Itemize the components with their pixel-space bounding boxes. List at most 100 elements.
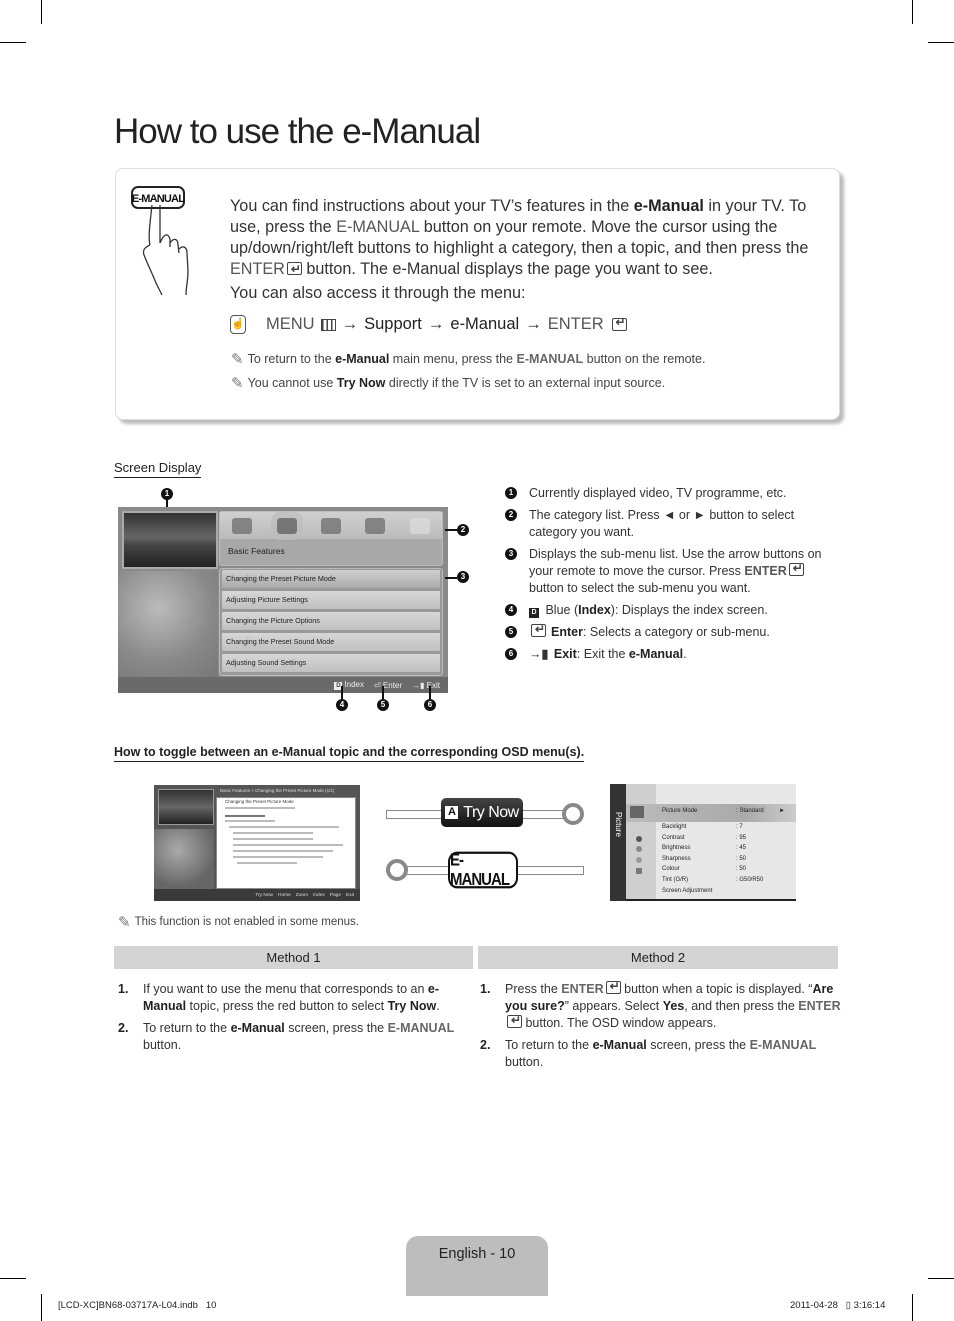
try-now-hint[interactable]: Try Now	[255, 893, 273, 898]
menu-path: ☝ MENU → Support → e-Manual → ENTER	[230, 315, 627, 334]
text: Try Now	[463, 803, 519, 821]
submenu-item[interactable]: Changing the Preset Sound Mode	[222, 633, 440, 651]
text-line	[233, 844, 343, 846]
osd-row[interactable]: Contrast: 95	[662, 835, 792, 841]
text: : 7	[736, 824, 743, 830]
chevron-right-icon: ►	[779, 808, 785, 814]
step-number: 1.	[118, 982, 129, 996]
step-number: 1.	[480, 982, 491, 996]
emanual-button[interactable]: E-MANUAL	[448, 850, 518, 890]
osd-row[interactable]: Screen Adjustment	[662, 888, 792, 894]
category-label: Basic Features	[228, 546, 285, 556]
text: directly if the TV is set to an external…	[385, 376, 666, 390]
enter-icon	[611, 315, 627, 331]
text: Contrast	[662, 835, 685, 841]
callout-line	[382, 686, 384, 699]
function-note: ✎ This function is not enabled in some m…	[118, 913, 359, 931]
screen-bottom-bar: D Index ⏎ Enter →▮ Exit	[118, 677, 448, 693]
submenu-item[interactable]: Adjusting Sound Settings	[222, 654, 440, 672]
text: You cannot use	[247, 376, 337, 390]
crop-mark	[0, 1278, 26, 1279]
osd-side-tab	[610, 784, 626, 901]
index-hint[interactable]: D Index	[334, 680, 364, 690]
text: E-MANUAL	[516, 352, 584, 366]
category-icons	[220, 511, 442, 540]
text: E-MANUAL	[749, 1038, 817, 1052]
exit-icon: →▮	[412, 680, 427, 690]
text: Index	[344, 680, 364, 689]
category-icon[interactable]	[365, 517, 386, 534]
text: To return to the	[143, 1021, 231, 1035]
crop-mark	[928, 1278, 954, 1279]
text: You can find instructions about your TV’…	[230, 197, 634, 215]
callout-line	[429, 686, 431, 699]
emanual-screen-display: Basic Features Changing the Preset Pictu…	[118, 507, 448, 693]
pencil-note-icon: ✎	[118, 914, 131, 931]
osd-side-label: Picture	[614, 812, 623, 837]
osd-row[interactable]: Brightness: 45	[662, 845, 792, 851]
callout-number: 3	[505, 548, 517, 560]
osd-icon-column	[626, 784, 656, 899]
note: ✎ To return to the e-Manual main menu, p…	[231, 350, 705, 368]
osd-row[interactable]: Picture Mode : Standard ►	[662, 808, 792, 814]
crop-mark	[41, 1294, 42, 1321]
enter-icon	[788, 560, 804, 577]
try-now-button[interactable]: A Try Now	[441, 798, 523, 827]
text-line	[225, 820, 275, 822]
submenu-item[interactable]: Adjusting Picture Settings	[222, 591, 440, 609]
osd-icon	[636, 846, 642, 852]
text: button on the remote.	[583, 352, 706, 366]
home-hint[interactable]: Home	[278, 893, 291, 898]
text: : 50	[736, 866, 747, 872]
method-1-header: Method 1	[114, 946, 473, 969]
osd-row[interactable]: Sharpness: 50	[662, 856, 792, 862]
legend-item: 5 Enter: Selects a category or sub-menu.	[505, 621, 840, 641]
index-hint[interactable]: Index	[313, 893, 325, 898]
footer-file: [LCD-XC]BN68-03717A-L04.indb 10	[58, 1300, 217, 1311]
osd-row[interactable]: Tint (G/R): G50/R50	[662, 877, 792, 883]
category-icon-selected[interactable]	[270, 511, 303, 540]
category-icon[interactable]	[320, 517, 341, 534]
enter-icon	[286, 259, 302, 280]
category-icon[interactable]	[232, 517, 253, 534]
text: , and then press the	[684, 999, 799, 1013]
method-1-steps: 1. If you want to use the menu that corre…	[114, 981, 474, 1059]
zoom-hint[interactable]: Zoom	[296, 893, 308, 898]
arrow: →	[525, 315, 542, 333]
text: : Standard	[736, 808, 764, 814]
text: Brightness	[662, 845, 691, 851]
svg-text:E-MANUAL: E-MANUAL	[132, 193, 185, 205]
osd-row[interactable]: Backlight: 7	[662, 824, 792, 830]
submenu-item[interactable]: Changing the Picture Options	[222, 612, 440, 630]
text: Picture Mode	[662, 808, 698, 814]
text: Screen Adjustment	[662, 888, 713, 894]
arrow-left-icon	[386, 859, 408, 881]
callout-5: 5	[377, 699, 389, 711]
enter-icon	[605, 978, 621, 995]
callout-4: 4	[336, 699, 348, 711]
osd-row[interactable]: Colour : 50	[662, 866, 792, 872]
exit-hint[interactable]: →▮ Exit	[412, 681, 440, 690]
help-category-icon[interactable]	[409, 517, 430, 534]
topic-bottom-bar: Try Now Home Zoom Index Page Exit	[154, 889, 360, 901]
text: Colour	[662, 866, 680, 872]
text: : 50	[736, 856, 747, 862]
text: button when a topic is displayed. “	[620, 982, 813, 996]
callout-number: 5	[505, 626, 517, 638]
text-line	[233, 856, 323, 858]
exit-hint[interactable]: Exit	[346, 893, 354, 898]
callout-line	[445, 577, 457, 579]
emanual-label: e-Manual	[450, 315, 520, 333]
callout-6: 6	[424, 699, 436, 711]
enter-hint[interactable]: ⏎ Enter	[374, 681, 402, 690]
text: button.	[505, 1055, 544, 1069]
text: e-Manual	[592, 1038, 647, 1052]
text: Blue (	[542, 603, 579, 617]
arrow-right-icon	[562, 803, 584, 825]
page-hint[interactable]: Page	[330, 893, 341, 898]
submenu-item[interactable]: Changing the Preset Picture Mode	[222, 570, 440, 588]
text: Press the	[505, 982, 562, 996]
text: main menu, press the	[389, 352, 517, 366]
step: 2. To return to the e-Manual screen, pres…	[476, 1037, 841, 1071]
text: Try Now	[336, 376, 386, 390]
